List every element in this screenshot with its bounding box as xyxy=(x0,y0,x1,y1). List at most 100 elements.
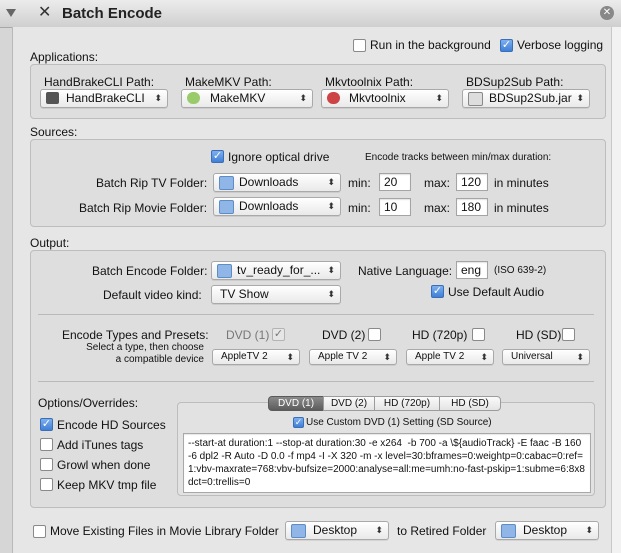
batch-encode-icon: ✕ xyxy=(38,4,52,21)
ignore-optical-label: Ignore optical drive xyxy=(228,150,330,164)
encode-hd-label: Encode HD Sources xyxy=(57,418,166,432)
encode-types-subtext: Select a type, then choose a compatible … xyxy=(86,342,204,365)
divider xyxy=(38,314,594,315)
type-hdsd-preset-value: Universal xyxy=(511,351,553,362)
chevron-updown-icon: ⬍ xyxy=(327,265,335,275)
chevron-updown-icon: ⬍ xyxy=(299,93,307,103)
folder-icon xyxy=(217,264,232,278)
default-video-kind-label: Default video kind: xyxy=(103,288,202,302)
window-title: Batch Encode xyxy=(62,5,163,22)
use-custom-label: Use Custom DVD (1) Setting (SD Source) xyxy=(306,417,492,428)
to-folder-value: Desktop xyxy=(523,523,568,537)
type-hdsd-checkbox[interactable] xyxy=(562,328,575,341)
from-folder-popup[interactable]: Desktop ⬍ xyxy=(285,521,389,540)
scrollbar[interactable] xyxy=(611,27,621,553)
folder-icon xyxy=(219,176,234,190)
output-label: Output: xyxy=(30,236,70,250)
type-dvd1-preset-value: AppleTV 2 xyxy=(221,351,268,362)
movie-min-field[interactable]: 10 xyxy=(379,198,411,216)
chevron-updown-icon: ⬍ xyxy=(383,352,391,362)
keep-mkv-checkbox[interactable] xyxy=(40,478,53,491)
use-default-audio-label: Use Default Audio xyxy=(448,285,545,299)
to-folder-popup[interactable]: Desktop ⬍ xyxy=(495,521,599,540)
tv-min-field[interactable]: 20 xyxy=(379,173,411,191)
disclosure-triangle-icon[interactable] xyxy=(6,9,16,17)
bdsup2sub-path-popup[interactable]: BDSup2Sub.jar ⬍ xyxy=(462,89,590,108)
divider xyxy=(38,381,594,382)
run-in-background-label: Run in the background xyxy=(370,38,491,52)
default-video-kind-popup[interactable]: TV Show ⬍ xyxy=(211,285,341,304)
tv-max-label: max: xyxy=(424,176,451,190)
makemkv-path-label: MakeMKV Path: xyxy=(185,75,272,89)
makemkv-path-popup[interactable]: MakeMKV ⬍ xyxy=(181,89,313,108)
makemkv-icon xyxy=(187,92,200,104)
movie-max-field[interactable]: 180 xyxy=(456,198,488,216)
type-dvd1-preset-popup[interactable]: AppleTV 2 ⬍ xyxy=(212,349,300,365)
app-icon xyxy=(46,92,59,104)
chevron-updown-icon: ⬍ xyxy=(480,352,488,362)
mkvtoolnix-path-label: Mkvtoolnix Path: xyxy=(325,75,414,89)
movie-folder-popup[interactable]: Downloads ⬍ xyxy=(213,197,341,216)
type-dvd1-checkbox[interactable]: ✓ xyxy=(272,328,285,341)
overrides-label: Options/Overrides: xyxy=(38,396,139,410)
chevron-updown-icon: ⬍ xyxy=(576,93,584,103)
native-language-field[interactable]: eng xyxy=(456,261,488,279)
chevron-updown-icon: ⬍ xyxy=(576,352,584,362)
type-hd720-label: HD (720p) xyxy=(412,328,468,342)
verbose-logging-checkbox[interactable]: ✓ xyxy=(500,39,513,52)
handbrake-path-popup[interactable]: HandBrakeCLI ⬍ xyxy=(40,89,168,108)
tab-dvd1[interactable]: DVD (1) xyxy=(268,396,324,411)
type-hd720-checkbox[interactable] xyxy=(472,328,485,341)
movie-unit-label: in minutes xyxy=(494,201,549,215)
encode-hd-checkbox[interactable]: ✓ xyxy=(40,418,53,431)
type-dvd2-preset-popup[interactable]: Apple TV 2 ⬍ xyxy=(309,349,397,365)
mkvtoolnix-path-popup[interactable]: Mkvtoolnix ⬍ xyxy=(321,89,449,108)
type-hdsd-label: HD (SD) xyxy=(516,328,562,342)
to-retired-label: to Retired Folder xyxy=(397,524,487,538)
tab-dvd2[interactable]: DVD (2) xyxy=(323,396,375,411)
encode-folder-value: tv_ready_for_... xyxy=(237,263,321,277)
chevron-updown-icon: ⬍ xyxy=(375,525,383,535)
tab-hdsd[interactable]: HD (SD) xyxy=(439,396,501,411)
move-existing-checkbox[interactable] xyxy=(33,525,46,538)
growl-checkbox[interactable] xyxy=(40,458,53,471)
chevron-updown-icon: ⬍ xyxy=(154,93,162,103)
tv-unit-label: in minutes xyxy=(494,176,549,190)
run-in-background-checkbox[interactable] xyxy=(353,39,366,52)
handbrake-path-value: HandBrakeCLI xyxy=(66,91,145,105)
tv-folder-label: Batch Rip TV Folder: xyxy=(96,176,208,190)
ignore-optical-checkbox[interactable]: ✓ xyxy=(211,150,224,163)
close-icon[interactable]: ✕ xyxy=(600,6,614,20)
movie-folder-label: Batch Rip Movie Folder: xyxy=(79,201,208,215)
chevron-updown-icon: ⬍ xyxy=(327,177,335,187)
use-custom-checkbox[interactable]: ✓ xyxy=(293,417,304,428)
iso-hint: (ISO 639-2) xyxy=(494,265,547,276)
from-folder-value: Desktop xyxy=(313,523,358,537)
verbose-logging-label: Verbose logging xyxy=(517,38,604,52)
chevron-updown-icon: ⬍ xyxy=(327,201,335,211)
type-hdsd-preset-popup[interactable]: Universal ⬍ xyxy=(502,349,590,365)
movie-max-label: max: xyxy=(424,201,451,215)
custom-args-textarea[interactable]: --start-at duration:1 --stop-at duration… xyxy=(183,433,591,493)
folder-icon xyxy=(291,524,306,538)
tv-max-field[interactable]: 120 xyxy=(456,173,488,191)
encode-tracks-label: Encode tracks between min/max duration: xyxy=(365,152,552,163)
type-hd720-preset-popup[interactable]: Apple TV 2 ⬍ xyxy=(406,349,494,365)
jar-file-icon xyxy=(468,92,483,106)
native-language-label: Native Language: xyxy=(358,264,453,278)
applications-label: Applications: xyxy=(30,50,99,64)
keep-mkv-label: Keep MKV tmp file xyxy=(57,478,157,492)
use-default-audio-checkbox[interactable]: ✓ xyxy=(431,285,444,298)
encode-folder-popup[interactable]: tv_ready_for_... ⬍ xyxy=(211,261,341,280)
movie-min-label: min: xyxy=(348,201,371,215)
tv-folder-popup[interactable]: Downloads ⬍ xyxy=(213,173,341,192)
type-dvd2-label: DVD (2) xyxy=(322,328,366,342)
type-dvd2-checkbox[interactable] xyxy=(368,328,381,341)
tab-hd720[interactable]: HD (720p) xyxy=(374,396,440,411)
itunes-tags-checkbox[interactable] xyxy=(40,438,53,451)
bdsup2sub-path-value: BDSup2Sub.jar xyxy=(489,91,572,105)
chevron-updown-icon: ⬍ xyxy=(327,289,335,299)
tv-min-label: min: xyxy=(348,176,371,190)
chevron-updown-icon: ⬍ xyxy=(585,525,593,535)
growl-label: Growl when done xyxy=(57,458,151,472)
